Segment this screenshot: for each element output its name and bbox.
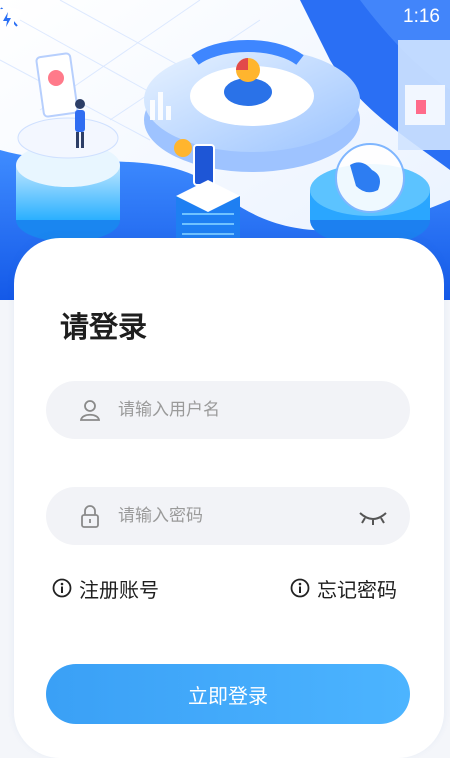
password-field[interactable] (46, 487, 410, 545)
status-time: 1:16 (403, 6, 440, 27)
page-title: 请登录 (60, 310, 148, 344)
user-icon (79, 400, 101, 421)
register-link[interactable]: 注册账号 (52, 573, 159, 603)
status-bar: 1:16 (0, 0, 450, 36)
forgot-password-link[interactable]: 忘记密码 (290, 573, 397, 603)
password-input[interactable] (118, 487, 378, 545)
forgot-password-label: 忘记密码 (317, 577, 397, 602)
register-label: 注册账号 (79, 577, 159, 602)
info-icon (290, 578, 310, 598)
login-button-label: 立即登录 (188, 683, 268, 708)
battery-charging-icon (0, 6, 14, 30)
info-icon (52, 578, 72, 598)
eye-closed-icon[interactable] (358, 505, 388, 527)
lock-icon (81, 505, 99, 528)
username-input[interactable] (118, 381, 378, 439)
username-field[interactable] (46, 381, 410, 439)
login-button[interactable]: 立即登录 (46, 664, 410, 724)
